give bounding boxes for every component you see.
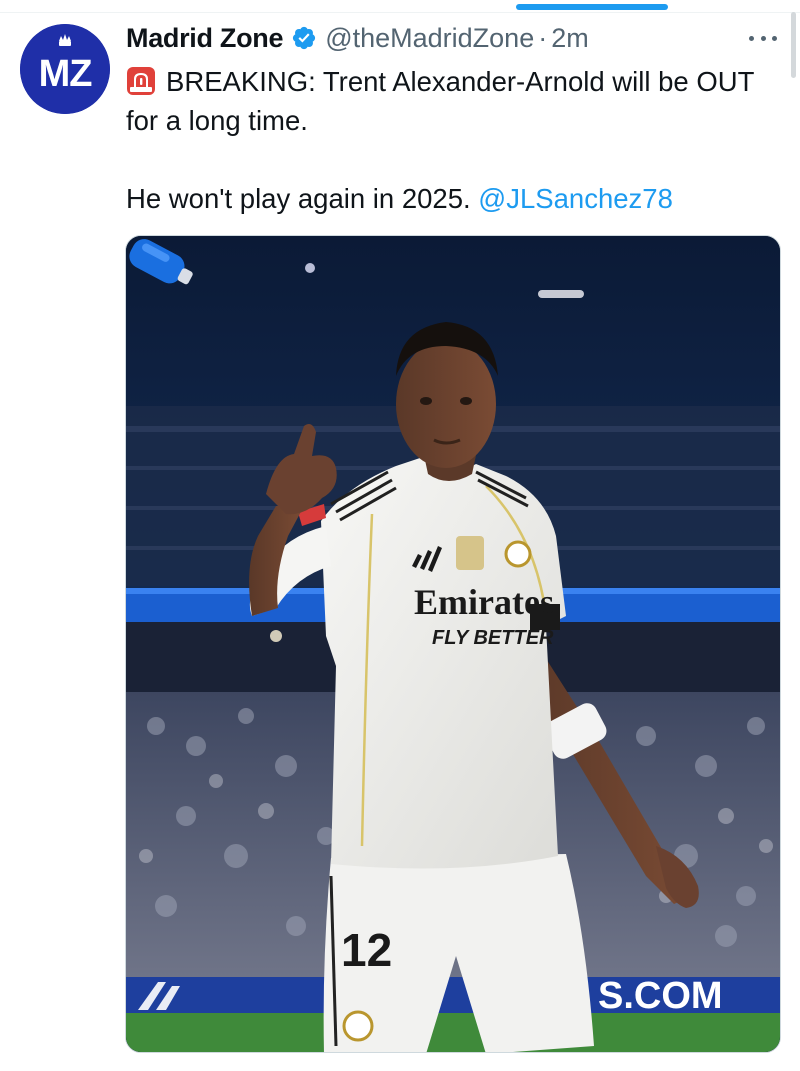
tweet-media-image[interactable]: S.COM 12 Emirates FLY BETTER	[125, 235, 781, 1053]
timestamp[interactable]: 2m	[551, 23, 589, 54]
tweet-line-1: BREAKING: Trent Alexander-Arnold will be…	[126, 66, 754, 136]
divider	[0, 12, 800, 13]
tweet-line-2: He won't play again in 2025.	[126, 183, 471, 214]
display-name[interactable]: Madrid Zone	[126, 23, 284, 54]
more-horizontal-icon[interactable]	[746, 26, 780, 50]
avatar-initials: MZ	[39, 53, 93, 95]
tab-indicator	[516, 4, 668, 10]
ad-board-text: S.COM	[598, 975, 723, 1017]
mention-link[interactable]: @JLSanchez78	[478, 183, 673, 214]
user-handle[interactable]: @theMadridZone	[325, 23, 534, 54]
shorts-number: 12	[341, 924, 392, 976]
tweet-paragraph-2: He won't play again in 2025. @JLSanchez7…	[126, 179, 776, 218]
sponsor-text: Emirates	[414, 582, 554, 622]
verified-badge-icon	[291, 25, 317, 51]
tweet-text: BREAKING: Trent Alexander-Arnold will be…	[126, 62, 776, 218]
avatar[interactable]: MZ	[20, 24, 110, 114]
tweet-header: Madrid Zone @theMadridZone · 2m	[126, 20, 589, 56]
separator-dot: ·	[538, 22, 548, 53]
siren-icon	[126, 66, 156, 96]
scrollbar-thumb[interactable]	[791, 12, 796, 78]
sponsor-tagline: FLY BETTER	[432, 627, 554, 649]
tweet-paragraph-1: BREAKING: Trent Alexander-Arnold will be…	[126, 62, 776, 140]
